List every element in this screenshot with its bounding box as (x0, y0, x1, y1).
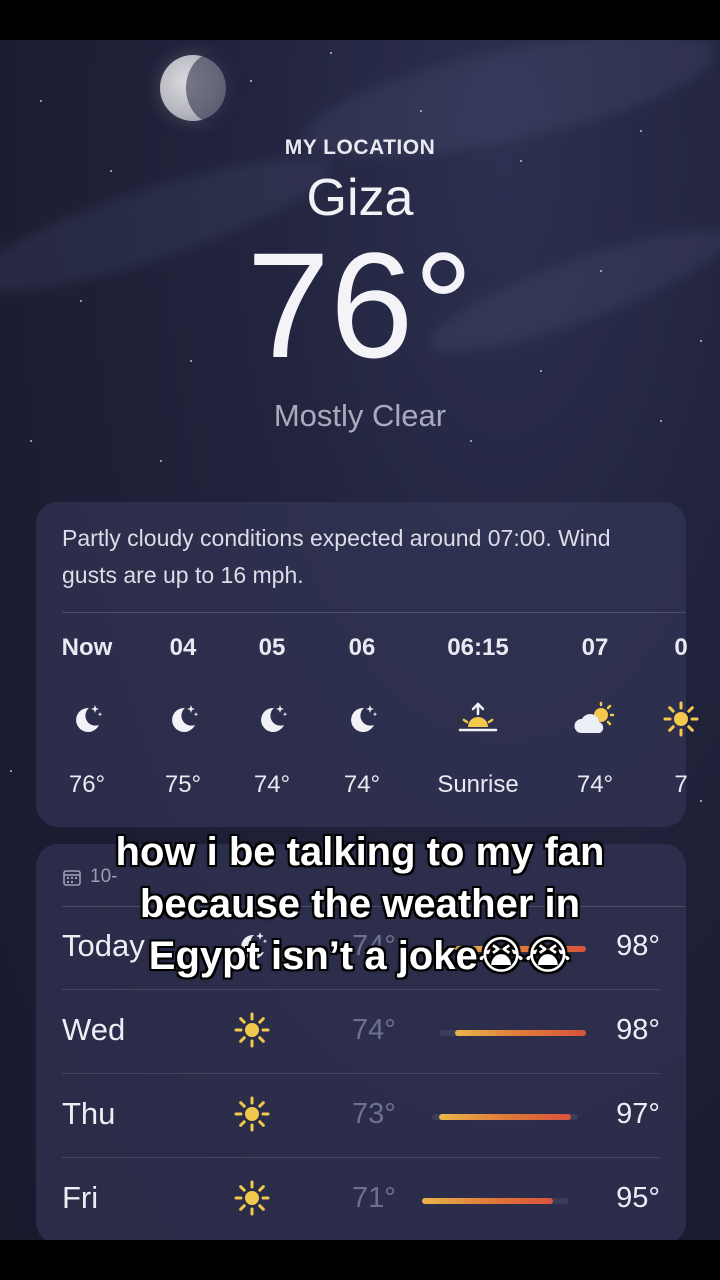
sun-icon (232, 1010, 272, 1050)
caption-line: because the weather in (139, 882, 581, 926)
hourly-item: 06 74° (317, 634, 407, 799)
star (250, 80, 252, 82)
video-caption: how i be talking to my fan because the w… (0, 826, 720, 982)
hour-label: 0 (674, 634, 688, 661)
temperature-range-bar (432, 1114, 578, 1120)
hour-temperature: 7 (674, 771, 688, 798)
star (520, 160, 522, 162)
sun-icon (232, 1094, 272, 1134)
location-label: MY LOCATION (284, 136, 436, 159)
hour-label: 06:15 (447, 634, 509, 661)
forecast-summary: Partly cloudy conditions expected around… (62, 525, 611, 588)
hourly-item: Now 76° (42, 634, 132, 799)
hour-label: Now (61, 634, 113, 661)
current-condition: Mostly Clear (273, 398, 447, 433)
hour-label: 04 (169, 634, 197, 661)
caption-line: how i be talking to my fan (115, 830, 605, 874)
star (640, 130, 642, 132)
moon-shadow (186, 52, 246, 124)
hour-temperature: 74° (576, 771, 614, 798)
divider (62, 612, 686, 613)
hourly-forecast-card[interactable]: Partly cloudy conditions expected around… (36, 502, 699, 827)
city-name: Giza (306, 169, 414, 227)
hour-temperature: 74° (253, 771, 291, 798)
current-temperature: 76° (246, 221, 474, 389)
sun-icon (636, 699, 720, 739)
day-label: Thu (62, 1096, 116, 1131)
sun-icon (232, 1178, 272, 1218)
hourly-item: 04 75° (138, 634, 228, 799)
moon-stars-icon (42, 699, 132, 739)
hour-temperature: 74° (343, 771, 381, 798)
hourly-item: 06:15 Sunrise (433, 634, 523, 799)
star (40, 100, 42, 102)
cloud-streak (295, 40, 720, 183)
moon-stars-icon (138, 699, 228, 739)
partly-cloudy-icon (550, 699, 640, 739)
high-temperature: 97° (616, 1098, 660, 1130)
star (160, 460, 162, 462)
hour-temperature: Sunrise (437, 771, 519, 798)
temperature-range-fill (454, 1030, 586, 1036)
hour-label: 05 (258, 634, 286, 661)
star (420, 110, 422, 112)
sunrise-icon (433, 699, 523, 739)
hour-label: 07 (581, 634, 609, 661)
day-label: Wed (62, 1012, 126, 1047)
day-label: Fri (62, 1180, 99, 1215)
temperature-range-bar (422, 1198, 568, 1204)
star (700, 800, 702, 802)
hour-temperature: 76° (68, 771, 106, 798)
temperature-range-fill (422, 1198, 554, 1204)
hourly-item: 05 74° (227, 634, 317, 799)
temperature-range-fill (439, 1114, 571, 1120)
weather-screen: MY LOCATION Giza 76° Mostly Clear Partly… (0, 40, 720, 1240)
star (330, 52, 332, 54)
star (470, 440, 472, 442)
moon-stars-icon (317, 699, 407, 739)
hour-label: 06 (348, 634, 376, 661)
high-temperature: 98° (616, 1014, 660, 1046)
low-temperature: 71° (352, 1182, 396, 1214)
daily-row[interactable]: Thu 73° 97° (62, 1074, 660, 1158)
star (10, 770, 12, 772)
high-temperature: 95° (616, 1182, 660, 1214)
daily-row[interactable]: Fri 71° 95° (62, 1158, 660, 1240)
hour-temperature: 75° (164, 771, 202, 798)
daily-row[interactable]: Wed 74° 98° (62, 990, 660, 1074)
temperature-range-bar (440, 1030, 586, 1036)
low-temperature: 74° (352, 1014, 396, 1046)
star (30, 440, 32, 442)
hourly-item: 07 74° (550, 634, 640, 799)
hourly-item: 07 (636, 634, 720, 799)
low-temperature: 73° (352, 1098, 396, 1130)
moon-stars-icon (227, 699, 317, 739)
caption-line: Egypt isn’t a joke😭😭 (148, 934, 572, 978)
